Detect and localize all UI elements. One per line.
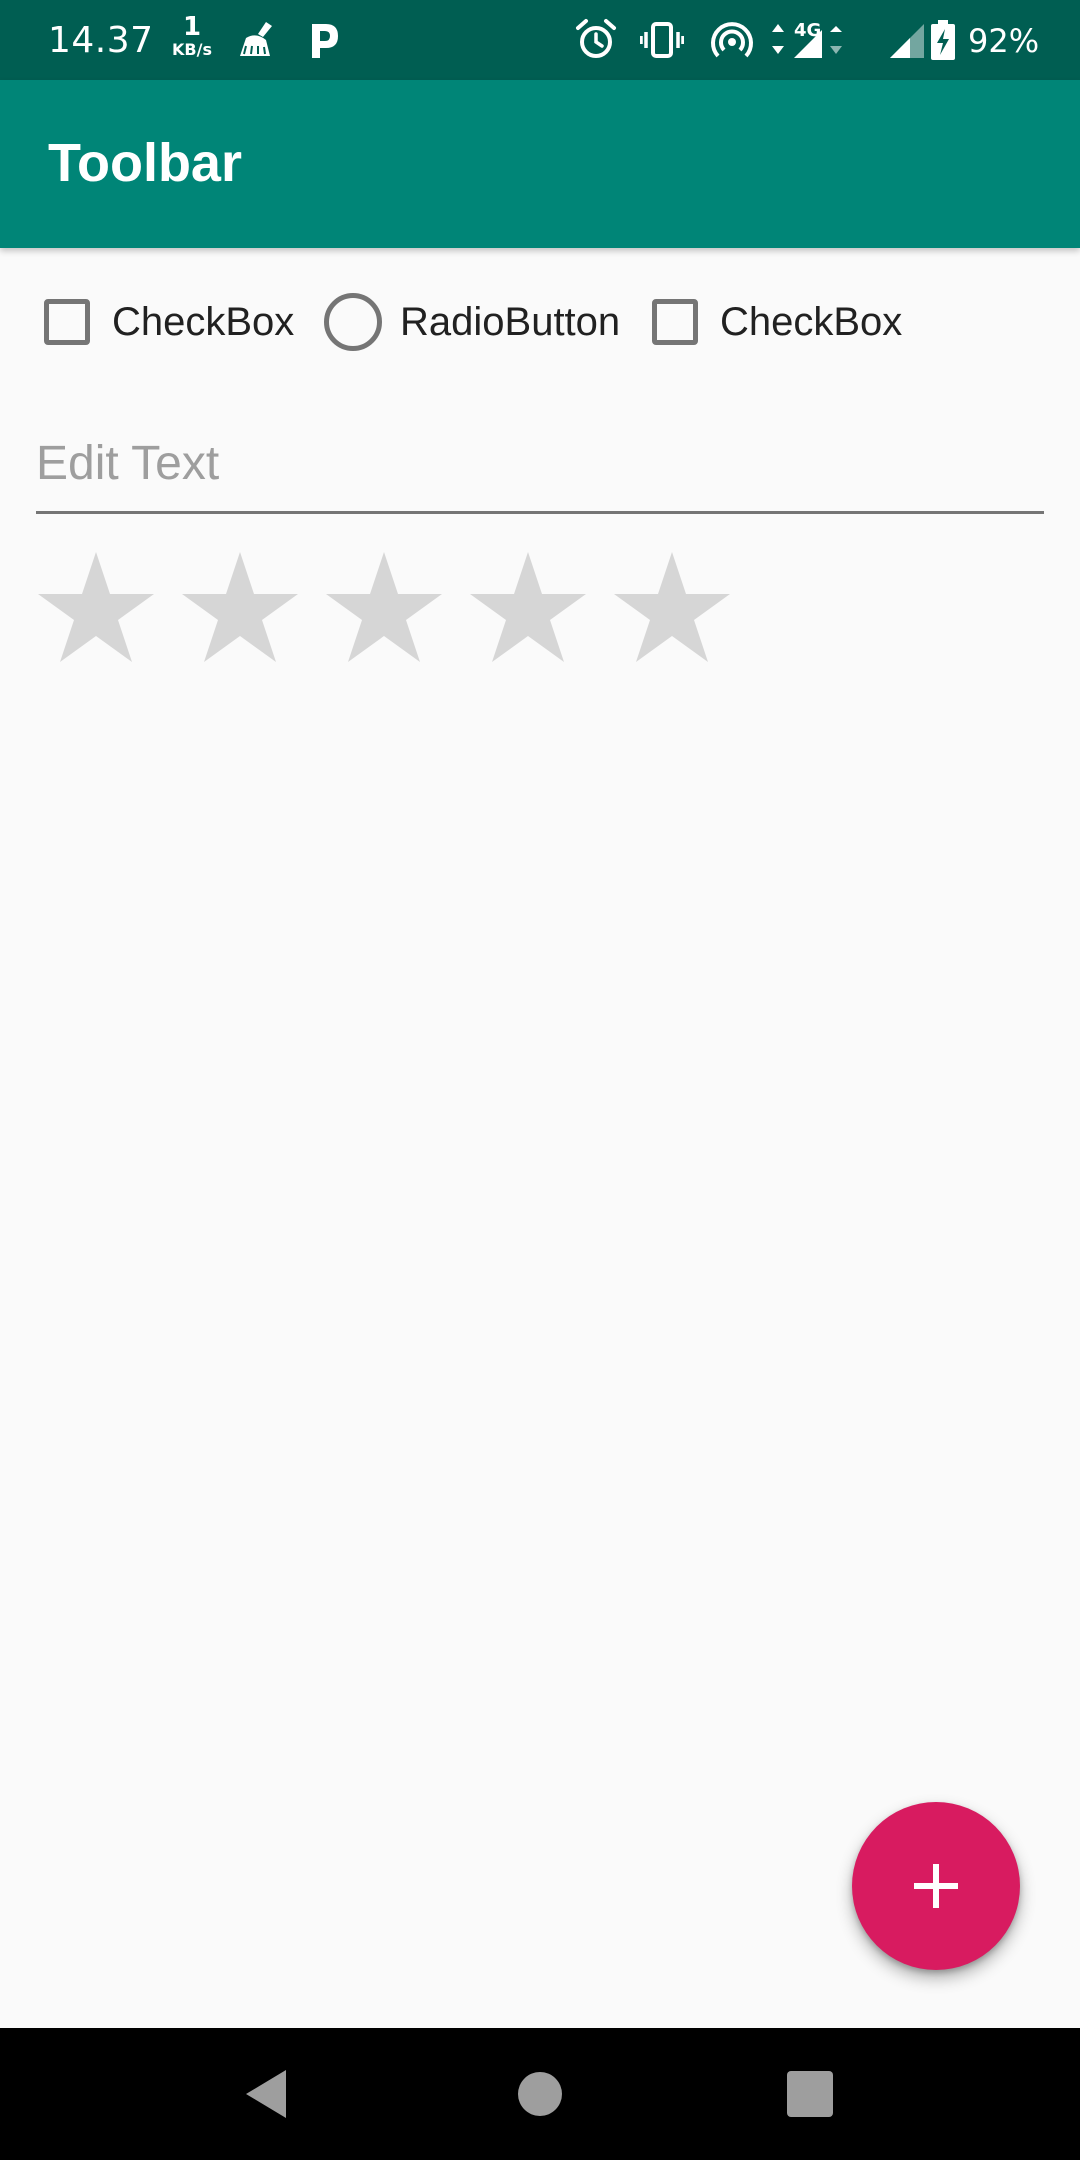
- net-speed: 1 KB/s: [166, 14, 218, 58]
- star-icon[interactable]: [324, 548, 444, 666]
- navigation-bar: [0, 2028, 1080, 2160]
- radio-button[interactable]: RadioButton: [324, 288, 620, 356]
- signal-icon: [884, 18, 928, 62]
- star-icon[interactable]: [36, 548, 156, 666]
- toolbar-title: Toolbar: [48, 133, 242, 193]
- checkbox-2-label: CheckBox: [720, 299, 903, 344]
- back-icon[interactable]: [236, 2062, 300, 2126]
- status-bar: 14.37 1 KB/s 4G 92%: [0, 0, 1080, 80]
- checkbox-box[interactable]: [652, 299, 698, 345]
- screen: 14.37 1 KB/s 4G 92% Toolbar CheckBox Rad…: [0, 0, 1080, 2160]
- app-toolbar: Toolbar: [0, 80, 1080, 248]
- radio-button-label: RadioButton: [400, 299, 621, 344]
- vibrate-icon: [639, 18, 685, 62]
- battery-percent: 92%: [968, 22, 1040, 60]
- checkbox-1-label: CheckBox: [112, 299, 295, 344]
- home-icon[interactable]: [508, 2062, 572, 2126]
- alarm-icon: [574, 18, 618, 62]
- status-time: 14.37: [48, 20, 154, 61]
- radio-circle[interactable]: [324, 293, 382, 351]
- star-icon[interactable]: [468, 548, 588, 666]
- checkbox-box[interactable]: [44, 299, 90, 345]
- star-icon[interactable]: [612, 548, 732, 666]
- star-icon[interactable]: [180, 548, 300, 666]
- net-speed-value: 1: [182, 12, 202, 42]
- rating-bar[interactable]: [36, 548, 756, 666]
- plus-icon: [908, 1858, 964, 1914]
- fab-add-button[interactable]: [852, 1802, 1020, 1970]
- recents-icon[interactable]: [778, 2062, 842, 2126]
- edit-text-field[interactable]: [36, 428, 1044, 514]
- battery-charging-icon: [928, 18, 958, 62]
- hotspot-icon: [710, 18, 754, 62]
- parking-icon: [302, 18, 346, 62]
- checkbox-2[interactable]: CheckBox: [652, 288, 902, 356]
- checkbox-1[interactable]: CheckBox: [44, 288, 294, 356]
- net-speed-unit: KB/s: [172, 40, 212, 59]
- broom-icon: [236, 18, 280, 62]
- signal-4g-icon: 4G: [768, 18, 876, 62]
